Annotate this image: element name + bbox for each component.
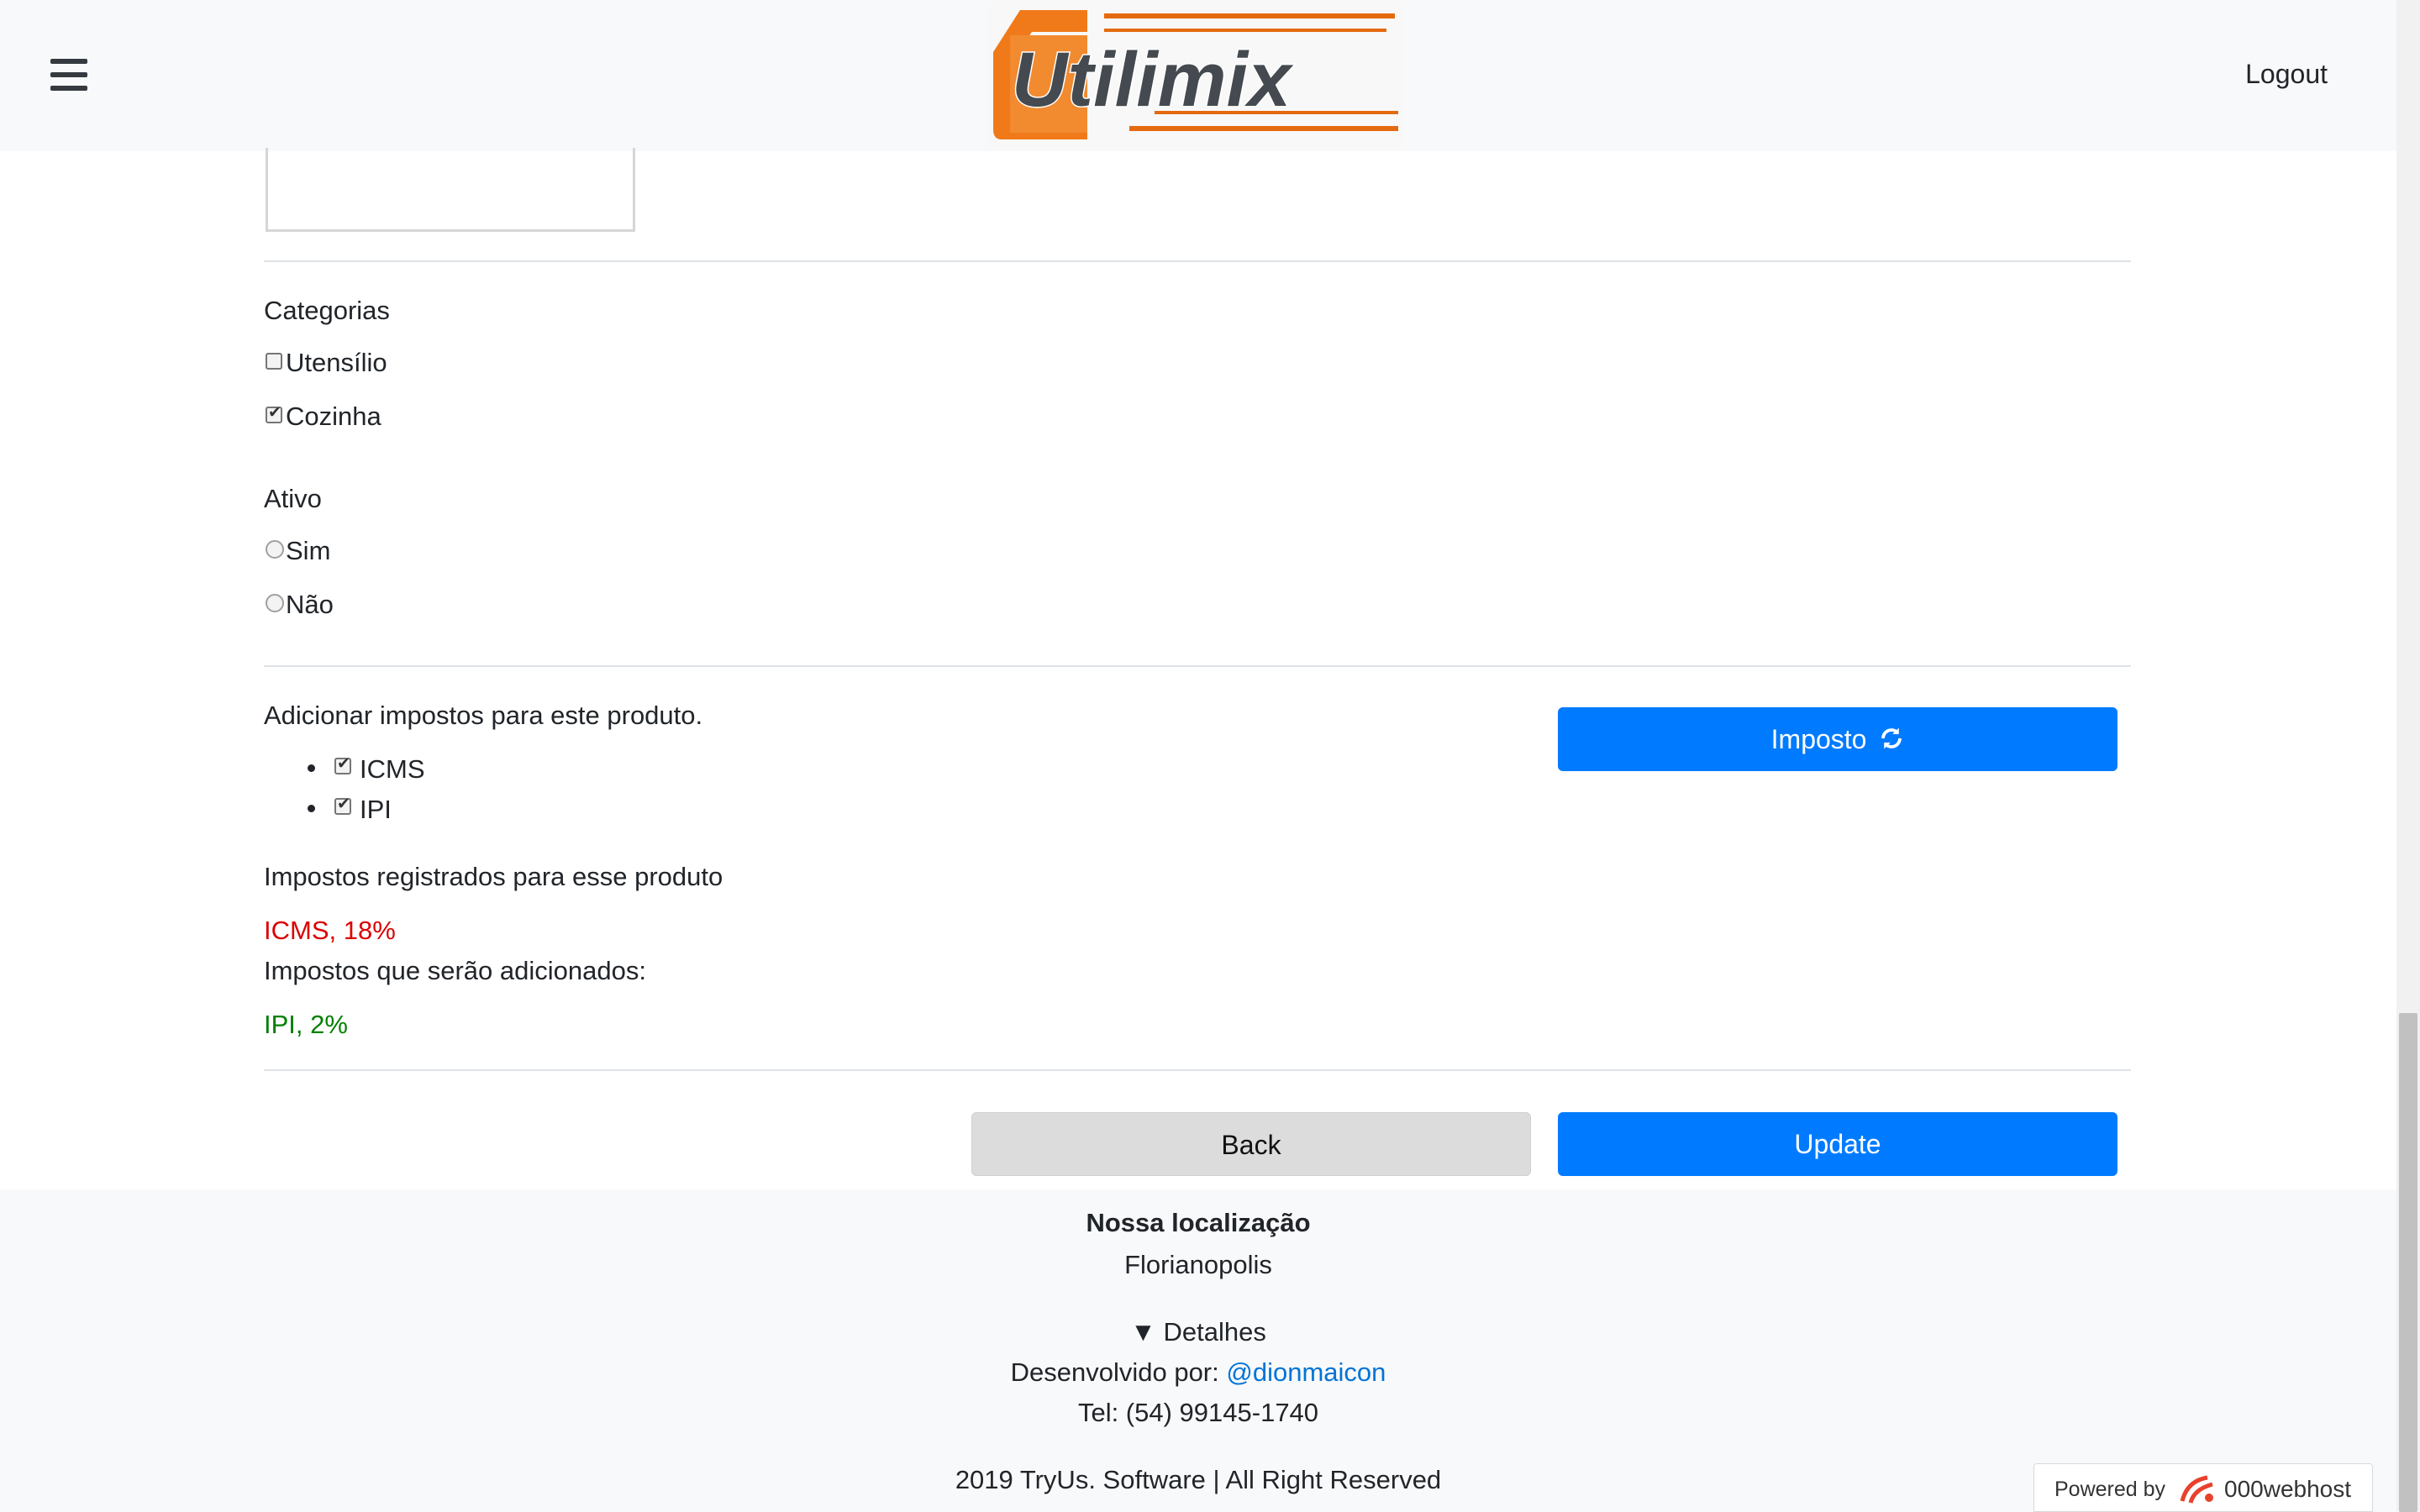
active-radio-sim[interactable] — [266, 540, 284, 559]
tax-to-add-value: IPI, 2% — [264, 1010, 348, 1039]
footer-details-label: Detalhes — [1163, 1317, 1266, 1347]
utilimix-logo[interactable]: Utilimix — [986, 2, 1403, 150]
footer-location-city: Florianopolis — [1124, 1250, 1272, 1279]
tax-label-icms: ICMS — [360, 754, 425, 784]
triangle-down-icon: ▼ — [1130, 1317, 1164, 1347]
category-label-utensilio: Utensílio — [286, 348, 387, 377]
footer-developer: Desenvolvido por: @dionmaicon — [0, 1357, 2396, 1388]
powered-by-label: Powered by — [2054, 1478, 2166, 1501]
refresh-icon — [1879, 710, 1904, 774]
active-title: Ativo — [264, 484, 322, 513]
logo-graphic: Utilimix — [986, 2, 1403, 150]
divider — [264, 260, 2131, 262]
registered-taxes-title: Impostos registrados para esse produto — [264, 862, 723, 891]
active-label-sim: Sim — [286, 536, 331, 565]
list-bullet — [308, 805, 315, 812]
logout-link[interactable]: Logout — [2210, 59, 2328, 90]
developer-prefix: Desenvolvido por: — [1010, 1357, 1219, 1387]
active-label-nao: Não — [286, 590, 334, 619]
tax-label-ipi: IPI — [360, 795, 392, 824]
categories-title: Categorias — [264, 296, 390, 325]
footer-details-toggle[interactable]: ▼ Detalhes — [0, 1317, 2396, 1347]
webhost-logo-icon — [2179, 1473, 2219, 1510]
powered-by-badge[interactable]: Powered by 000webhost — [2033, 1463, 2373, 1512]
active-radio-nao[interactable] — [266, 594, 284, 612]
tax-checkbox-ipi[interactable] — [334, 795, 351, 815]
tax-checkbox-icms[interactable] — [334, 754, 351, 774]
taxes-to-add-title: Impostos que serão adicionados: — [264, 956, 646, 985]
divider — [264, 1069, 2131, 1071]
product-image-preview — [266, 148, 635, 232]
scrollbar-thumb[interactable] — [2399, 1013, 2417, 1512]
footer-location-title: Nossa localização — [1086, 1208, 1311, 1237]
back-button[interactable]: Back — [971, 1112, 1531, 1176]
webhost-brand: 000webhost — [2224, 1476, 2352, 1502]
category-checkbox-utensilio[interactable] — [266, 353, 282, 370]
update-button[interactable]: Update — [1558, 1112, 2118, 1176]
imposto-button[interactable]: Imposto — [1558, 707, 2118, 771]
category-checkbox-cozinha[interactable] — [266, 403, 282, 423]
divider — [264, 665, 2131, 667]
developer-link[interactable]: @dionmaicon — [1226, 1357, 1386, 1387]
logo-text: Utilimix — [1012, 37, 1294, 123]
imposto-button-label: Imposto — [1770, 724, 1867, 754]
menu-hamburger-icon[interactable] — [50, 59, 87, 91]
add-taxes-title: Adicionar impostos para este produto. — [264, 701, 703, 730]
list-bullet — [308, 764, 315, 772]
category-label-cozinha: Cozinha — [286, 402, 381, 431]
registered-tax-value: ICMS, 18% — [264, 916, 396, 945]
footer-phone: Tel: (54) 99145-1740 — [1077, 1398, 1319, 1427]
